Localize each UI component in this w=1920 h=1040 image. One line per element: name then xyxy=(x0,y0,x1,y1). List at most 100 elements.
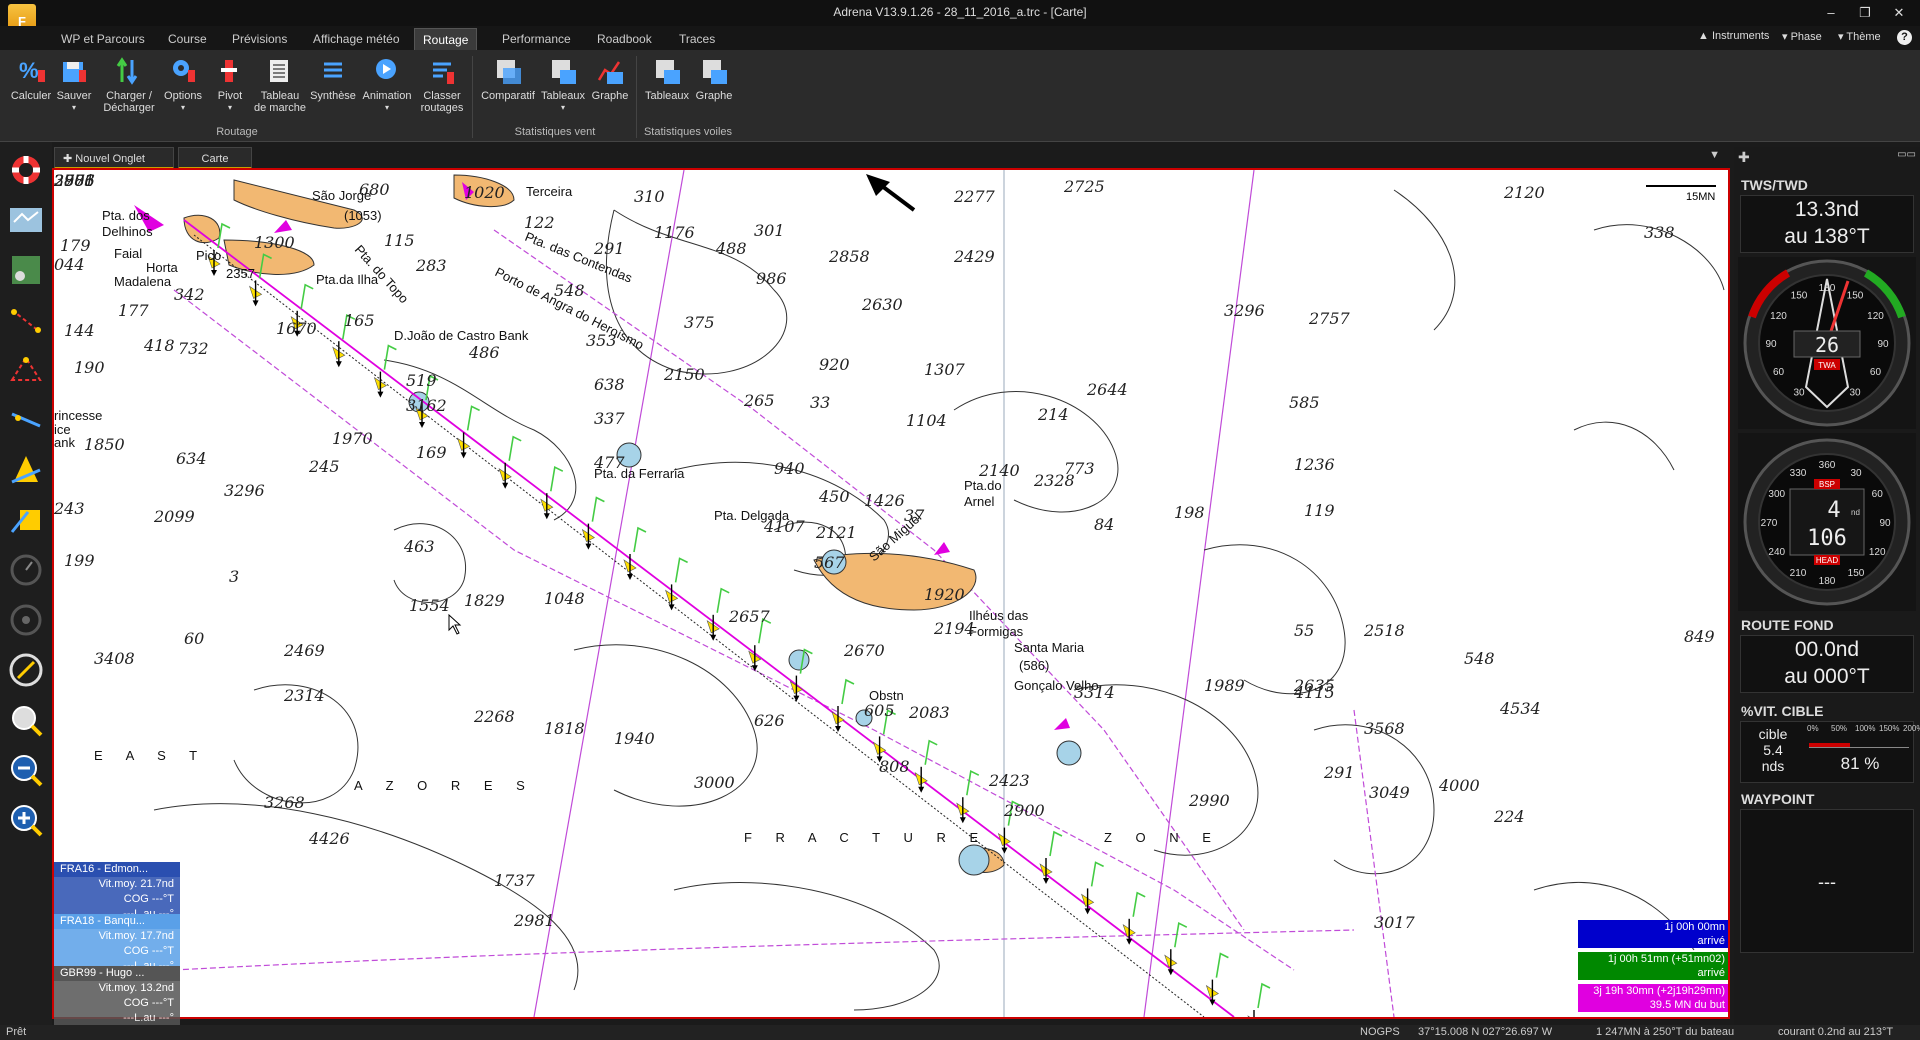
tab-roadbook[interactable]: Roadbook xyxy=(589,28,660,50)
dial-icon[interactable] xyxy=(8,602,44,638)
tab-affichage-meteo[interactable]: Affichage météo xyxy=(305,28,408,50)
eta-box: 1j 00h 51mn (+51mn02) arrivé xyxy=(1578,952,1728,980)
nautical-chart[interactable]: 15MN São Jorge (1053) Terceira Pta. dos Delh… xyxy=(52,168,1730,1019)
depth-label: 177 xyxy=(118,301,149,320)
boat-marker[interactable] xyxy=(274,220,292,233)
depth-label: 4000 xyxy=(1438,776,1480,795)
place-label: E A S T xyxy=(94,748,207,763)
place-label: Faial xyxy=(114,246,142,261)
synthesis-icon xyxy=(318,56,348,86)
depth-label: 920 xyxy=(819,355,850,374)
depth-label: 1554 xyxy=(409,596,450,615)
twa-value: 26 xyxy=(1815,333,1839,357)
options-button[interactable]: Options ▾ xyxy=(160,56,206,114)
chart-icon[interactable] xyxy=(8,202,44,238)
minimize-button[interactable]: – xyxy=(1816,3,1846,23)
layers-icon[interactable] xyxy=(8,252,44,288)
depth-label: 2518 xyxy=(1363,621,1405,640)
depth-label: 291 xyxy=(593,239,625,258)
depth-label: 1307 xyxy=(924,360,966,379)
wind-graph-button[interactable]: Graphe xyxy=(588,56,632,102)
place-label: (586) xyxy=(1019,658,1049,673)
boat-info-panel[interactable]: FRA18 - Banqu... Vit.moy. 17.7nd COG ---°T… xyxy=(54,914,180,974)
depth-label: 3000 xyxy=(694,773,735,792)
depth-label: 1300 xyxy=(254,233,295,252)
restore-button[interactable]: ❐ xyxy=(1850,3,1880,23)
help-icon[interactable]: ? xyxy=(1897,30,1912,45)
save-button[interactable]: Sauver ▾ xyxy=(54,56,94,114)
compare-button[interactable]: Comparatif xyxy=(478,56,538,102)
depth-label: 1236 xyxy=(1294,455,1335,474)
boat-marker[interactable] xyxy=(934,542,950,555)
twa-gauge: 26 TWA 30 60 90 120 150 180 150 120 90 60 30 xyxy=(1738,257,1916,429)
tab-performance[interactable]: Performance xyxy=(494,28,579,50)
calculate-button[interactable]: % Calculer xyxy=(8,56,54,102)
tab-previsions[interactable]: Prévisions xyxy=(224,28,295,50)
grid-tool-icon[interactable] xyxy=(8,502,44,538)
boat-info-panel[interactable]: FRA16 - Edmon... Vit.moy. 21.7nd COG ---°T… xyxy=(54,862,180,922)
gauge-tick-label: 360 xyxy=(1819,460,1836,471)
tws-speed: 13.3nd xyxy=(1794,198,1860,221)
instruments-menu[interactable]: ▲ Instruments xyxy=(1698,30,1769,42)
depth-label: 2083 xyxy=(908,703,950,722)
depth-label: 60 xyxy=(184,629,204,648)
tables-icon xyxy=(652,56,682,86)
synthesis-button[interactable]: Synthèse xyxy=(308,56,358,102)
sail-graph-button[interactable]: Graphe xyxy=(692,56,736,102)
table-button[interactable]: Tableau de marche xyxy=(252,56,308,114)
depth-label: 1426 xyxy=(864,491,905,510)
panel-menu-icon[interactable]: ▭▭ xyxy=(1897,149,1916,160)
eta-time: 1j 00h 51mn (+51mn02) xyxy=(1607,953,1725,965)
new-tab-button[interactable]: ✚ Nouvel Onglet xyxy=(54,147,174,169)
tab-wp-parcours[interactable]: WP et Parcours xyxy=(53,28,153,50)
table-icon xyxy=(265,56,295,86)
tab-traces[interactable]: Traces xyxy=(671,28,723,50)
close-button[interactable]: ✕ xyxy=(1884,3,1914,23)
tws-header: TWS/TWD xyxy=(1741,177,1808,193)
boat-marker[interactable] xyxy=(1054,718,1070,730)
bsp-unit: nd xyxy=(1851,508,1860,517)
zoom-in-icon[interactable] xyxy=(8,802,44,838)
depth-label: 3 xyxy=(229,567,239,586)
theme-menu[interactable]: ▾ Thème xyxy=(1838,30,1881,43)
depth-label: 486 xyxy=(468,343,500,362)
gauge-tick-label: 150 xyxy=(1791,291,1808,302)
zoom-out-icon[interactable] xyxy=(8,752,44,788)
lifebuoy-icon[interactable] xyxy=(8,152,44,188)
panel-add-icon[interactable]: ✚ xyxy=(1738,149,1750,166)
sort-button[interactable]: Classer routages xyxy=(416,56,468,114)
waypoints-icon[interactable] xyxy=(8,352,44,388)
boat-route-icon[interactable] xyxy=(8,402,44,438)
compass-icon[interactable] xyxy=(8,652,44,688)
wind-tables-button[interactable]: Tableaux ▾ xyxy=(538,56,588,114)
wind-direction-arrow-icon xyxy=(866,174,890,196)
eta-status: arrivé xyxy=(1697,935,1725,947)
wind-flag-marker xyxy=(831,678,855,732)
tab-dropdown-icon[interactable]: ▼ xyxy=(1709,149,1720,161)
tab-course[interactable]: Course xyxy=(160,28,215,50)
sail-icon[interactable] xyxy=(8,452,44,488)
depth-label: 3296 xyxy=(1224,301,1265,320)
wind-flag-marker xyxy=(1039,830,1063,884)
boat-cog: COG ---°T xyxy=(54,892,180,907)
tab-carte[interactable]: Carte xyxy=(178,147,252,169)
phase-menu[interactable]: ▾ Phase xyxy=(1782,30,1822,43)
sail-tables-button[interactable]: Tableaux xyxy=(642,56,692,102)
depth-label: 2990 xyxy=(1188,791,1230,810)
load-button[interactable]: Charger / Décharger xyxy=(98,56,160,114)
depth-label: 1176 xyxy=(654,223,695,242)
speed-gauge-icon[interactable] xyxy=(8,552,44,588)
boat-name: FRA18 - Banqu... xyxy=(54,914,180,929)
chart-canvas[interactable]: 15MN São Jorge(1053)TerceiraPta. dosDelh… xyxy=(54,170,1728,1017)
boat-info-panel[interactable]: GBR99 - Hugo ... Vit.moy. 13.2nd COG ---°T… xyxy=(54,966,180,1026)
gauge-tick-label: 180 xyxy=(1819,283,1836,294)
zoom-select-icon[interactable] xyxy=(8,702,44,738)
pivot-button[interactable]: Pivot ▾ xyxy=(210,56,250,114)
new-tab-label: Nouvel Onglet xyxy=(75,153,145,165)
animation-button[interactable]: Animation ▾ xyxy=(358,56,416,114)
wind-flag-marker xyxy=(623,526,647,580)
depth-label: 1970 xyxy=(332,429,373,448)
depth-label: 3049 xyxy=(1369,783,1410,802)
tab-routage[interactable]: Routage xyxy=(414,28,478,50)
route-icon[interactable] xyxy=(8,302,44,338)
